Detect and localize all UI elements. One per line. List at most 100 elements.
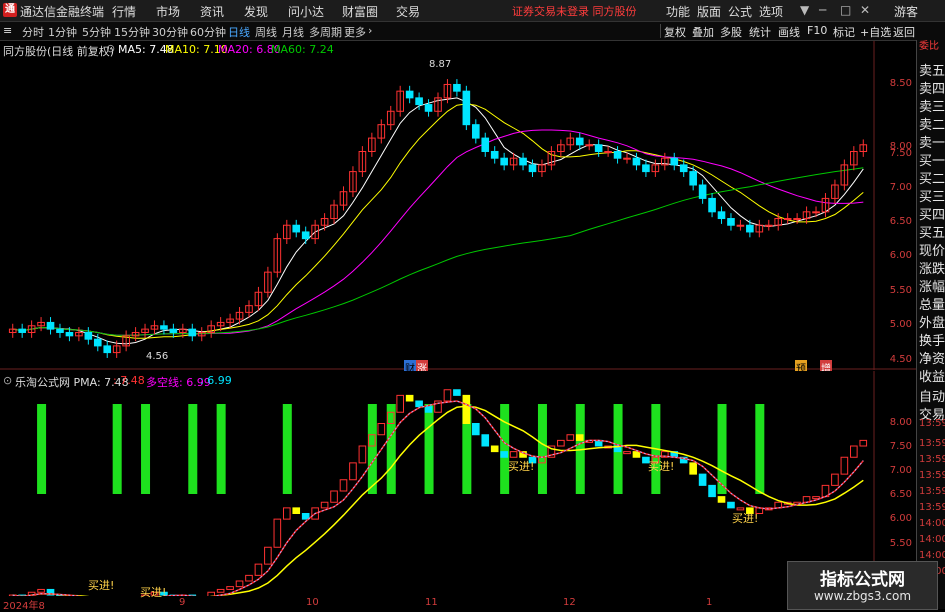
menu-market[interactable]: 市场 <box>156 3 180 20</box>
side-buy4: 买四 <box>919 208 945 223</box>
candle-body <box>93 338 102 347</box>
pma-candle <box>708 484 716 498</box>
candle-body <box>500 157 508 166</box>
candle-body <box>453 83 461 92</box>
pma-candle <box>405 394 414 402</box>
pma-candle <box>500 451 508 458</box>
candle-body <box>783 218 792 221</box>
menu-wealth[interactable]: 财富圈 <box>342 3 378 20</box>
tool-add-watchlist[interactable]: +自选 <box>860 24 891 40</box>
candle-body <box>462 90 471 126</box>
candle-body <box>708 197 716 213</box>
side-outer: 外盘 <box>919 316 945 331</box>
buy-signal-label: 买进! <box>732 512 759 525</box>
app-title: 通达信金融终端 <box>20 5 105 19</box>
sub-y-tick: 7.50 <box>889 441 912 452</box>
time-label: 14:00 <box>919 534 945 545</box>
tool-stats[interactable]: 统计 <box>749 24 771 40</box>
x-tick: 2024年8 <box>3 601 45 612</box>
period-5min[interactable]: 5分钟 <box>82 24 111 40</box>
login-notice[interactable]: 证券交易未登录 同方股份 <box>512 3 637 19</box>
candle-body <box>188 328 197 337</box>
period-toolbar: ≡ 分时 1分钟 5分钟 15分钟 30分钟 60分钟 日线 周线 月线 多周期… <box>0 22 945 41</box>
menu-news[interactable]: 资讯 <box>200 3 224 20</box>
menu-ask[interactable]: 问小达 <box>288 3 324 20</box>
menu-formula[interactable]: 公式 <box>728 3 752 20</box>
tool-overlay[interactable]: 叠加 <box>692 24 714 40</box>
buy-signal-label: 买进! <box>508 460 535 473</box>
period-multi[interactable]: 多周期 <box>309 24 342 40</box>
side-sell3: 卖三 <box>919 100 945 115</box>
candle-body <box>746 224 754 233</box>
buy-signal-label: 买进! <box>648 460 675 473</box>
close-icon[interactable]: ✕ <box>860 3 870 17</box>
side-sell5: 卖五 <box>919 64 945 79</box>
chevron-right-icon[interactable]: › <box>368 24 372 37</box>
period-weekly[interactable]: 周线 <box>255 24 277 40</box>
menu-quotes[interactable]: 行情 <box>112 3 136 20</box>
time-label: 13:59 <box>919 438 945 449</box>
signal-bar <box>188 404 198 494</box>
period-15min[interactable]: 15分钟 <box>114 24 150 40</box>
candle-body <box>481 137 490 152</box>
period-60min[interactable]: 60分钟 <box>190 24 226 40</box>
menu-layout[interactable]: 版面 <box>697 3 721 20</box>
candle-body <box>764 224 773 227</box>
user-guest[interactable]: 游客 <box>894 3 918 20</box>
candle-body <box>736 224 745 227</box>
main-chart[interactable] <box>0 41 916 370</box>
buy-signal-label: 买进! <box>88 579 115 592</box>
signal-bar <box>367 404 377 494</box>
candle-body <box>698 184 707 199</box>
side-auto[interactable]: 自动 <box>919 386 945 405</box>
period-intraday[interactable]: 分时 <box>22 24 44 40</box>
candle-body <box>604 150 612 153</box>
candle-body <box>528 164 537 173</box>
tool-mark[interactable]: 标记 <box>833 24 855 40</box>
side-buy1: 买一 <box>919 154 945 169</box>
menu-dropdown-icon[interactable]: ▼ <box>800 3 809 17</box>
high-price-label: 8.87 <box>429 59 452 70</box>
panel-collapse-icon[interactable]: ⊙ <box>106 42 115 55</box>
tool-back[interactable]: 返回 <box>893 24 915 40</box>
signal-bar <box>717 404 727 494</box>
time-label: 13:59 <box>919 454 945 465</box>
side-sell2: 卖二 <box>919 118 945 133</box>
tool-adjust[interactable]: 复权 <box>664 24 686 40</box>
menu-options[interactable]: 选项 <box>759 3 783 20</box>
toolbar-menu-icon[interactable]: ≡ <box>3 24 12 37</box>
candle-body <box>103 345 112 354</box>
signal-bar <box>500 404 510 494</box>
period-daily[interactable]: 日线 <box>228 24 250 40</box>
tool-f10[interactable]: F10 <box>807 24 827 37</box>
menu-discover[interactable]: 发现 <box>244 3 268 20</box>
maximize-icon[interactable]: □ <box>840 3 851 17</box>
x-tick: 10 <box>306 597 319 608</box>
indicator-chart[interactable] <box>0 371 916 596</box>
side-price: 现价 <box>919 244 945 259</box>
menu-trade[interactable]: 交易 <box>396 3 420 20</box>
candle-body <box>623 157 631 160</box>
time-label: 13:59 <box>919 470 945 481</box>
watermark-title: 指标公式网 <box>820 570 905 590</box>
candle-body <box>56 328 64 333</box>
tool-draw[interactable]: 画线 <box>778 24 800 40</box>
sub-value-1: : 7.48 <box>113 374 145 387</box>
signal-bar <box>537 404 547 494</box>
time-label: 13:59 <box>919 486 945 497</box>
minimize-icon[interactable]: ─ <box>819 3 826 17</box>
sub-panel-collapse-icon[interactable]: ⊙ <box>3 374 12 387</box>
period-1min[interactable]: 1分钟 <box>48 24 77 40</box>
period-more[interactable]: 更多 <box>344 24 366 40</box>
y-tick: 5.50 <box>889 285 912 296</box>
pma-candle <box>575 434 584 441</box>
period-monthly[interactable]: 月线 <box>282 24 304 40</box>
candle-body <box>575 137 584 146</box>
period-30min[interactable]: 30分钟 <box>152 24 188 40</box>
pma-candle <box>415 400 423 408</box>
tool-multi-stock[interactable]: 多股 <box>720 24 742 40</box>
pma-candle <box>698 473 707 486</box>
side-sell4: 卖四 <box>919 82 945 97</box>
low-price-label: 4.56 <box>146 351 169 362</box>
menu-function[interactable]: 功能 <box>666 3 690 20</box>
